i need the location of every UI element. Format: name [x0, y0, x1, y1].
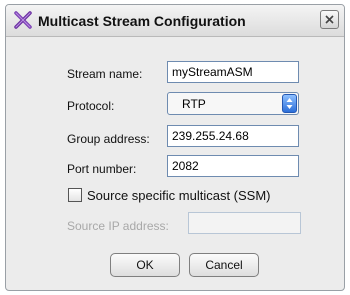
- title-bar[interactable]: Multicast Stream Configuration: [6, 5, 344, 37]
- stream-name-label: Stream name:: [67, 67, 143, 81]
- close-button[interactable]: [320, 10, 339, 29]
- protocol-label: Protocol:: [67, 99, 115, 113]
- ok-button[interactable]: OK: [110, 253, 180, 277]
- group-address-input[interactable]: [167, 125, 299, 147]
- source-ip-label: Source IP address:: [67, 219, 169, 233]
- source-ip-input: [188, 212, 301, 234]
- ssm-checkbox[interactable]: [68, 188, 82, 202]
- group-address-label: Group address:: [67, 132, 150, 146]
- port-number-input[interactable]: [167, 155, 299, 177]
- cancel-button[interactable]: Cancel: [189, 253, 259, 277]
- multicast-config-dialog: Multicast Stream Configuration Stream na…: [5, 4, 345, 291]
- ssm-checkbox-label[interactable]: Source specific multicast (SSM): [87, 188, 271, 203]
- protocol-select[interactable]: RTP: [167, 92, 299, 115]
- up-down-arrows-icon: [282, 94, 297, 113]
- stream-name-input[interactable]: [167, 61, 299, 83]
- crossed-tools-icon: [13, 11, 33, 29]
- dialog-title: Multicast Stream Configuration: [38, 13, 246, 29]
- close-icon: [325, 15, 334, 24]
- port-number-label: Port number:: [67, 162, 137, 176]
- protocol-select-value: RTP: [182, 97, 206, 111]
